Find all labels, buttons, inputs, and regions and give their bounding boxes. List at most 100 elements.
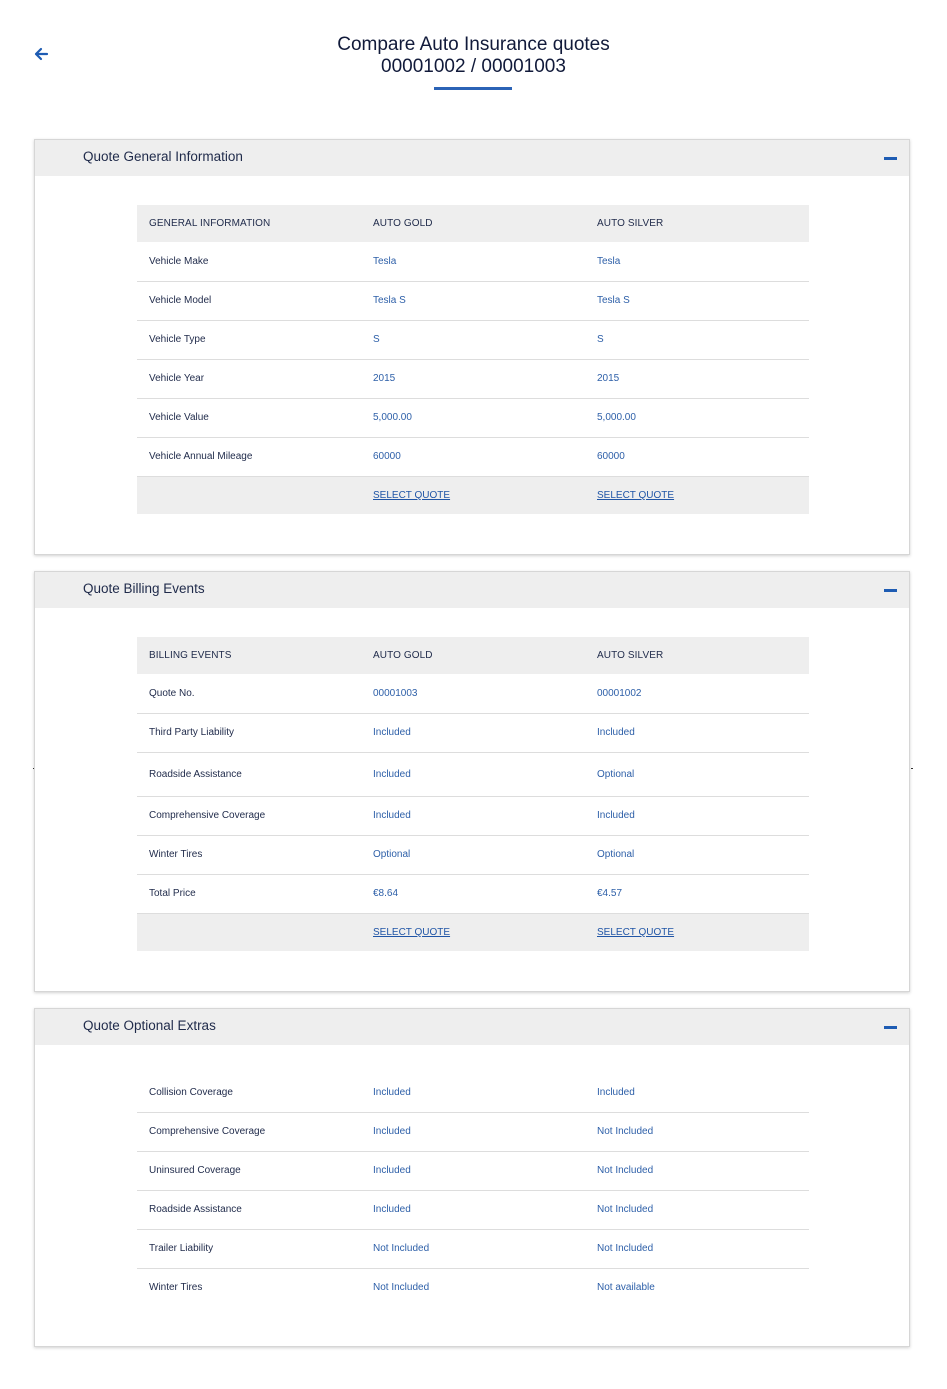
silver-value: Included — [597, 1086, 635, 1098]
silver-value: Optional — [597, 768, 635, 780]
table-row: Collision Coverage Included Included — [137, 1073, 809, 1112]
row-label: Collision Coverage — [149, 1086, 233, 1098]
gold-value: 60000 — [373, 451, 401, 462]
select-quote-silver-link[interactable]: SELECT QUOTE — [597, 927, 674, 938]
table-row: Winter Tires Optional Optional — [137, 835, 809, 874]
row-label: Vehicle Value — [149, 412, 209, 423]
silver-value: Tesla — [597, 255, 621, 267]
table-row: Vehicle Value 5,000.00 5,000.00 — [137, 398, 809, 437]
column-header: AUTO SILVER — [597, 218, 664, 229]
silver-value: Included — [597, 810, 635, 821]
row-label: Uninsured Coverage — [149, 1165, 241, 1176]
row-label: Quote No. — [149, 687, 195, 699]
row-label: Vehicle Make — [149, 255, 209, 267]
table-row: Uninsured Coverage Included Not Included — [137, 1151, 809, 1190]
silver-value: 00001002 — [597, 687, 642, 699]
row-label: Winter Tires — [149, 849, 203, 860]
table-header-row: GENERAL INFORMATION AUTO GOLD AUTO SILVE… — [137, 205, 809, 242]
column-header: GENERAL INFORMATION — [149, 218, 271, 229]
section-title: Quote Billing Events — [83, 581, 205, 596]
silver-value: S — [597, 334, 604, 345]
silver-value: Not available — [597, 1282, 655, 1294]
select-quote-silver-link[interactable]: SELECT QUOTE — [597, 490, 674, 501]
table-row: Third Party Liability Included Included — [137, 713, 809, 752]
table-row: Vehicle Model Tesla S Tesla S — [137, 281, 809, 320]
table-row: Vehicle Type S S — [137, 320, 809, 359]
section-header[interactable]: Quote Billing Events — [35, 572, 909, 608]
page-title: Compare Auto Insurance quotes — [337, 34, 610, 55]
table-row: Vehicle Make Tesla Tesla — [137, 242, 809, 281]
column-header: AUTO GOLD — [373, 218, 433, 229]
silver-value: €4.57 — [597, 888, 623, 899]
gold-value: 00001003 — [373, 687, 418, 699]
silver-value: 2015 — [597, 373, 620, 384]
gold-value: 5,000.00 — [373, 412, 412, 423]
section-general-information: Quote General Information GENERAL INFORM… — [34, 139, 910, 555]
column-header: BILLING EVENTS — [149, 650, 232, 661]
gold-value: Not Included — [373, 1282, 430, 1294]
silver-value: Not Included — [597, 1165, 654, 1176]
gold-value: Optional — [373, 849, 411, 860]
gold-value: Included — [373, 768, 411, 780]
section-optional-extras: Quote Optional Extras Collision Coverage… — [34, 1008, 910, 1347]
row-label: Trailer Liability — [149, 1243, 214, 1254]
table-header-row: BILLING EVENTS AUTO GOLD AUTO SILVER — [137, 637, 809, 674]
column-header: AUTO SILVER — [597, 650, 664, 661]
gold-value: Included — [373, 1126, 411, 1137]
section-header[interactable]: Quote General Information — [35, 140, 909, 176]
silver-value: Included — [597, 727, 635, 738]
gold-value: Included — [373, 1165, 411, 1176]
row-label: Comprehensive Coverage — [149, 810, 266, 821]
section-title: Quote General Information — [83, 149, 243, 164]
section-header[interactable]: Quote Optional Extras — [35, 1009, 909, 1045]
collapse-icon[interactable] — [884, 589, 897, 592]
select-quote-gold-link[interactable]: SELECT QUOTE — [373, 927, 450, 938]
collapse-icon[interactable] — [884, 1026, 897, 1029]
row-label: Third Party Liability — [149, 727, 235, 738]
gold-value: S — [373, 334, 380, 345]
gold-value: Tesla — [373, 255, 397, 267]
silver-value: Optional — [597, 849, 635, 860]
column-header: AUTO GOLD — [373, 650, 433, 661]
gold-value: 2015 — [373, 373, 396, 384]
table-row: Roadside Assistance Included Optional — [137, 752, 809, 796]
silver-value: Not Included — [597, 1204, 654, 1215]
row-label: Comprehensive Coverage — [149, 1126, 266, 1137]
row-label: Roadside Assistance — [149, 1204, 242, 1215]
gold-value: Included — [373, 727, 411, 738]
table-row: Vehicle Annual Mileage 60000 60000 — [137, 437, 809, 476]
table-row: Winter Tires Not Included Not available — [137, 1268, 809, 1307]
silver-value: Not Included — [597, 1243, 654, 1254]
row-label: Total Price — [149, 888, 196, 899]
row-label: Vehicle Model — [149, 295, 212, 306]
table-row: Comprehensive Coverage Included Included — [137, 796, 809, 835]
row-label: Roadside Assistance — [149, 768, 242, 780]
section-title: Quote Optional Extras — [83, 1018, 216, 1033]
page-subtitle: 00001002 / 00001003 — [381, 56, 566, 77]
silver-value: 60000 — [597, 451, 625, 462]
silver-value: 5,000.00 — [597, 412, 636, 423]
table-row: Trailer Liability Not Included Not Inclu… — [137, 1229, 809, 1268]
select-quote-gold-link[interactable]: SELECT QUOTE — [373, 490, 450, 501]
row-label: Vehicle Year — [149, 373, 205, 384]
divider-mark-right — [911, 768, 913, 769]
select-row: SELECT QUOTE SELECT QUOTE — [137, 913, 809, 951]
row-label: Vehicle Type — [149, 334, 206, 345]
gold-value: Included — [373, 1086, 411, 1098]
gold-value: Tesla S — [373, 295, 406, 306]
gold-value: Included — [373, 810, 411, 821]
gold-value: Included — [373, 1204, 411, 1215]
table-row: Comprehensive Coverage Included Not Incl… — [137, 1112, 809, 1151]
silver-value: Tesla S — [597, 295, 630, 306]
comparison-table: Collision Coverage Included Included Com… — [137, 1073, 809, 1307]
row-label: Vehicle Annual Mileage — [149, 451, 253, 462]
gold-value: Not Included — [373, 1243, 430, 1254]
title-underline — [434, 87, 512, 90]
gold-value: €8.64 — [373, 888, 399, 899]
collapse-icon[interactable] — [884, 157, 897, 160]
section-billing-events: Quote Billing Events BILLING EVENTS AUTO… — [34, 571, 910, 992]
table-row: Quote No. 00001003 00001002 — [137, 674, 809, 713]
row-label: Winter Tires — [149, 1282, 203, 1294]
table-row: Vehicle Year 2015 2015 — [137, 359, 809, 398]
select-row: SELECT QUOTE SELECT QUOTE — [137, 476, 809, 514]
